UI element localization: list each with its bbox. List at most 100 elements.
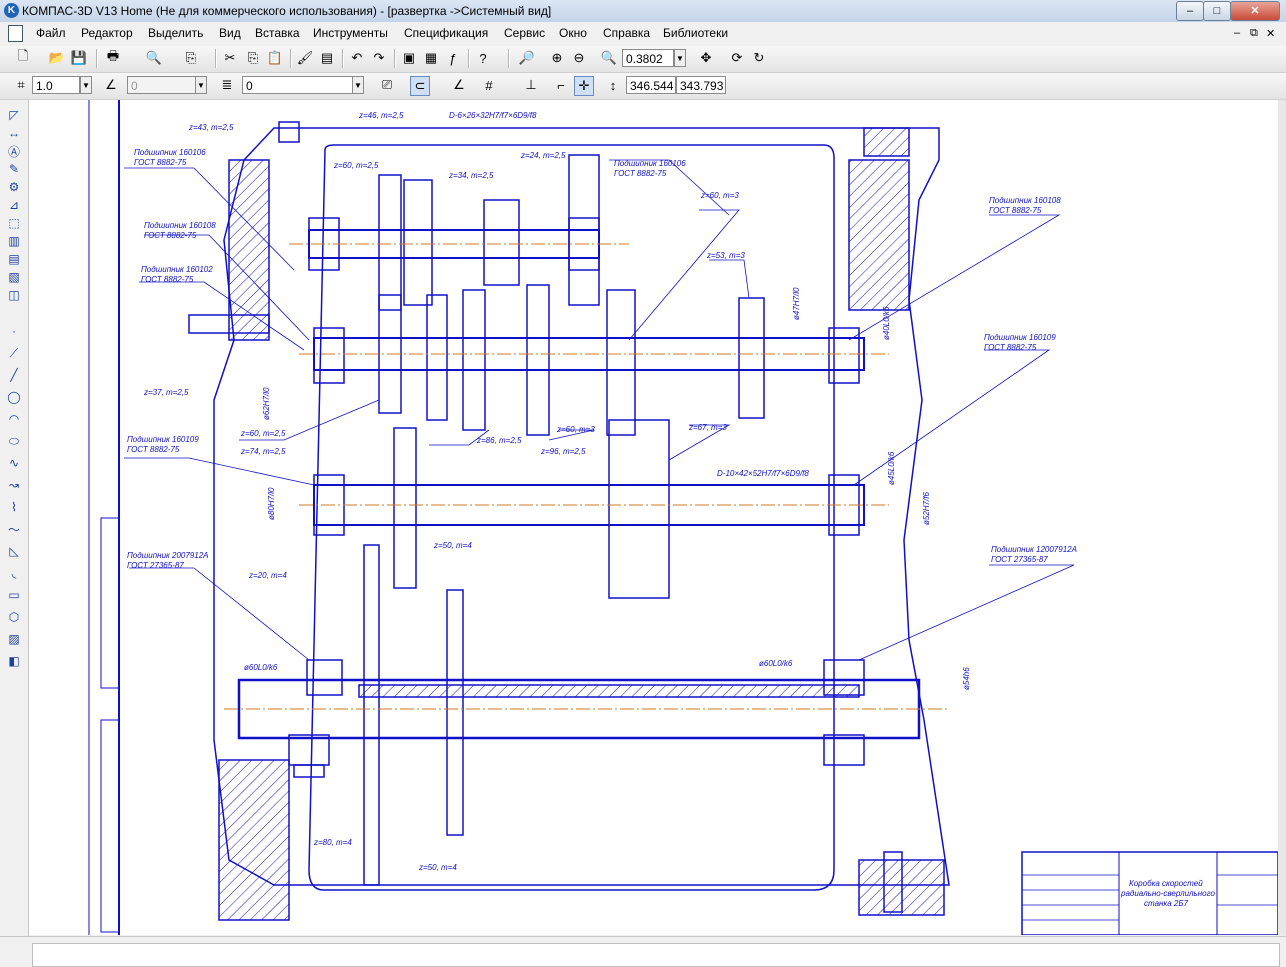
doc-restore-button[interactable]: ⧉ xyxy=(1250,27,1258,40)
bearing-label: Подшипник 160108 xyxy=(989,196,1061,205)
page-setup-icon[interactable]: ⎘ xyxy=(182,49,200,67)
view-properties-icon[interactable]: ⎚ xyxy=(378,76,396,94)
redraw-icon[interactable]: ↻ xyxy=(750,49,768,67)
x-coordinate-input[interactable]: 346.544 xyxy=(626,76,676,94)
grid-icon[interactable]: # xyxy=(480,76,498,94)
menu-view[interactable]: Вид xyxy=(219,26,241,40)
annotation: z=60, m=3 xyxy=(700,191,739,200)
menu-file[interactable]: Файл xyxy=(36,26,66,40)
angle-dropdown[interactable]: ▼ xyxy=(195,76,207,94)
menu-select[interactable]: Выделить xyxy=(148,26,203,40)
angle-icon[interactable]: ∠ xyxy=(102,76,120,94)
menu-libraries[interactable]: Библиотеки xyxy=(663,26,728,40)
nurbs-icon[interactable]: ↝ xyxy=(5,476,23,494)
rectangle-icon[interactable]: ▭ xyxy=(5,586,23,604)
zoom-in-icon[interactable]: ⊕ xyxy=(548,49,566,67)
ellipse-icon[interactable]: ⬭ xyxy=(5,432,23,450)
doc-minimize-button[interactable]: – xyxy=(1234,27,1240,39)
polygon-icon[interactable]: ⬡ xyxy=(5,608,23,626)
kompas-app-icon[interactable]: K xyxy=(4,3,19,18)
drawing-canvas[interactable]: z=43, m=2,5 z=46, m=2,5 D-6×26×32H7/f7×6… xyxy=(29,100,1278,935)
minimize-button[interactable]: – xyxy=(1176,1,1204,21)
zoom-scale-dropdown[interactable]: ▼ xyxy=(674,49,686,67)
fragment-panel-icon[interactable]: ◫ xyxy=(5,286,23,304)
polyline-icon[interactable]: ⌇ xyxy=(5,498,23,516)
edit-panel-icon[interactable]: ✎ xyxy=(5,160,23,178)
circle-icon[interactable]: ◯ xyxy=(5,388,23,406)
round-icon[interactable]: ✛ xyxy=(574,76,594,96)
paste-icon[interactable]: 📋 xyxy=(266,49,284,67)
associative-views-icon[interactable]: ▥ xyxy=(5,232,23,250)
refresh-view-icon[interactable]: ⟳ xyxy=(728,49,746,67)
notation-panel-icon[interactable]: Ⓐ xyxy=(5,142,23,160)
geometry-panel-icon[interactable]: ◸ xyxy=(5,106,23,124)
doc-close-button[interactable]: ✕ xyxy=(1266,27,1275,40)
arc-icon[interactable]: ◠ xyxy=(5,410,23,428)
point-icon[interactable]: · xyxy=(5,322,23,340)
gear xyxy=(462,289,486,431)
menu-edit[interactable]: Редактор xyxy=(81,26,133,40)
parametrization-panel-icon[interactable]: ⚙ xyxy=(5,178,23,196)
save-icon[interactable]: 💾 xyxy=(70,49,88,67)
pan-icon[interactable]: ✥ xyxy=(697,49,715,67)
hatch-icon[interactable]: ▨ xyxy=(5,630,23,648)
close-button[interactable]: ✕ xyxy=(1230,1,1280,21)
gost-label: ГОСТ 8882-75 xyxy=(989,206,1042,215)
vertical-scrollbar[interactable] xyxy=(1278,100,1286,935)
menu-help[interactable]: Справка xyxy=(603,26,650,40)
zoom-window-icon[interactable]: 🔎 xyxy=(518,49,536,67)
redo-icon[interactable]: ↷ xyxy=(370,49,388,67)
annotation: D-10×42×52H7/f7×6D9/f8 xyxy=(717,469,809,478)
layer-input[interactable]: 0 xyxy=(242,76,364,94)
cursor-step-icon[interactable]: ⌗ xyxy=(12,76,30,94)
new-document-icon[interactable]: 🗋 xyxy=(14,48,32,67)
measure-panel-icon[interactable]: ⊿ xyxy=(5,196,23,214)
reports-panel-icon[interactable]: ▧ xyxy=(5,268,23,286)
menu-service[interactable]: Сервис xyxy=(504,26,545,40)
spline-icon[interactable]: 〜 xyxy=(5,520,23,538)
zoom-out-icon[interactable]: ⊖ xyxy=(570,49,588,67)
annotation: D-6×26×32H7/f7×6D9/f8 xyxy=(449,111,537,120)
spec-panel-icon[interactable]: ▤ xyxy=(5,250,23,268)
coordinates-icon[interactable]: ↕ xyxy=(604,76,622,94)
menu-window[interactable]: Окно xyxy=(559,26,587,40)
zoom-scale-input[interactable]: 0.3802 xyxy=(622,49,674,67)
library-manager-icon[interactable]: ▦ xyxy=(422,49,440,67)
layers-icon[interactable]: ≣ xyxy=(218,76,236,94)
auxiliary-line-icon[interactable]: ⟋ xyxy=(5,344,23,362)
format-painter-icon[interactable]: 🖌 xyxy=(296,49,314,67)
print-icon[interactable]: 🖶 xyxy=(104,48,122,67)
y-coordinate-input[interactable]: 343.793 xyxy=(676,76,726,94)
help-pointer-icon[interactable]: ? xyxy=(474,49,492,67)
gear xyxy=(378,174,402,311)
menu-specification[interactable]: Спецификация xyxy=(404,26,488,40)
fillet-icon[interactable]: ◟ xyxy=(5,564,23,582)
angle-input[interactable]: 0 xyxy=(127,76,205,94)
zoom-scale-icon[interactable]: 🔍 xyxy=(600,49,618,67)
ortho-icon[interactable]: ⌐ xyxy=(552,76,570,94)
snap-magnet-icon[interactable]: ⊂ xyxy=(410,76,430,96)
menu-insert[interactable]: Вставка xyxy=(255,26,300,40)
fill-icon[interactable]: ◧ xyxy=(5,652,23,670)
print-preview-icon[interactable]: 🔍 xyxy=(145,49,163,67)
bezier-icon[interactable]: ∿ xyxy=(5,454,23,472)
undo-icon[interactable]: ↶ xyxy=(348,49,366,67)
dimensions-panel-icon[interactable]: ↔ xyxy=(5,124,23,142)
manager-icon[interactable]: ▣ xyxy=(400,49,418,67)
properties-icon[interactable]: ▤ xyxy=(318,49,336,67)
layer-dropdown[interactable]: ▼ xyxy=(352,76,364,94)
local-snap-icon[interactable]: ∠ xyxy=(450,76,468,94)
maximize-button[interactable]: □ xyxy=(1203,1,1231,21)
local-cs-icon[interactable]: ⊥ xyxy=(522,76,540,94)
variables-icon[interactable]: ƒ xyxy=(444,49,462,67)
segment-icon[interactable]: ╱ xyxy=(5,366,23,384)
copy-icon[interactable]: ⎘ xyxy=(244,49,262,67)
document-icon[interactable] xyxy=(8,25,23,42)
cut-icon[interactable]: ✂ xyxy=(221,49,239,67)
open-folder-icon[interactable]: 📂 xyxy=(48,49,66,67)
chamfer-icon[interactable]: ◺ xyxy=(5,542,23,560)
cursor-step-input[interactable]: 1.0 xyxy=(32,76,80,94)
select-panel-icon[interactable]: ⬚ xyxy=(5,214,23,232)
menu-tools[interactable]: Инструменты xyxy=(313,26,388,40)
cursor-step-dropdown[interactable]: ▼ xyxy=(80,76,92,94)
